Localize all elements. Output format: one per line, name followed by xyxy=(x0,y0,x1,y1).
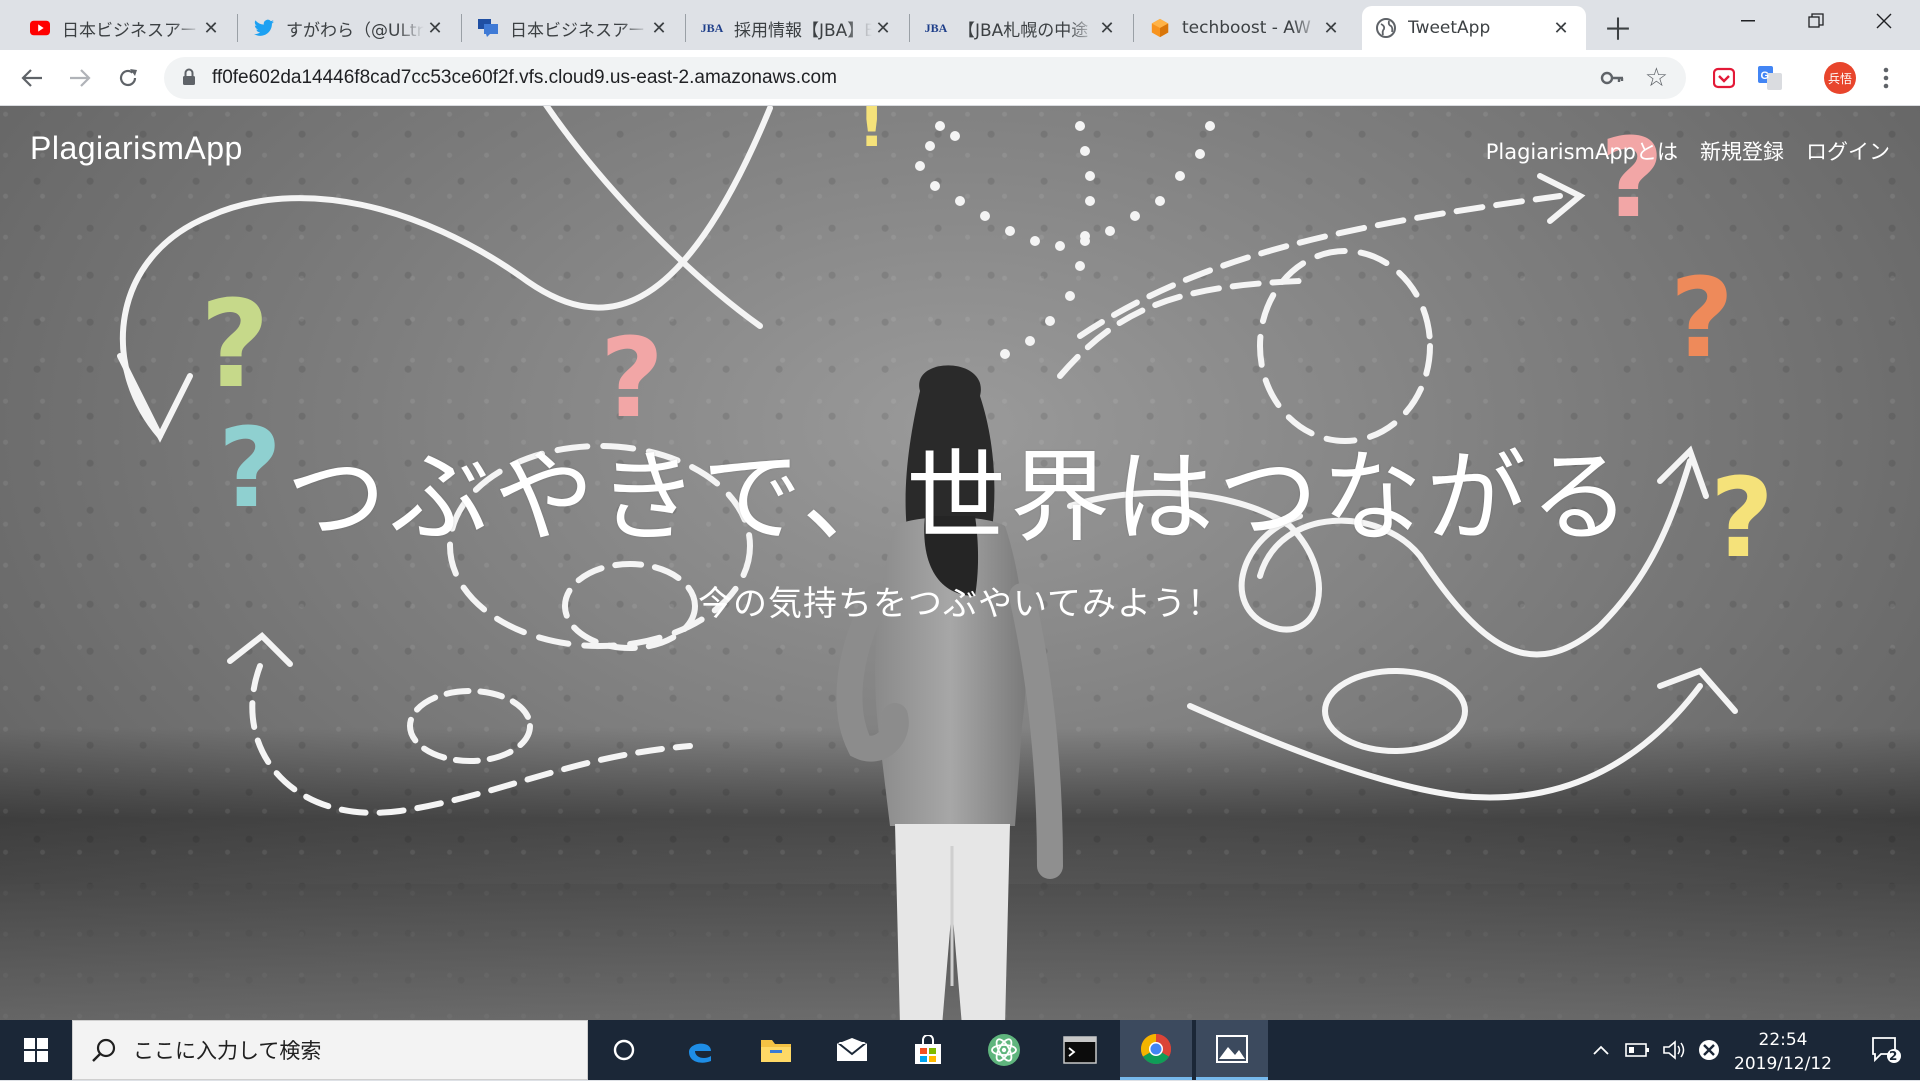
reload-button[interactable] xyxy=(110,60,146,96)
search-icon xyxy=(92,1038,116,1062)
tab-separator xyxy=(909,14,910,42)
close-window-button[interactable] xyxy=(1850,0,1918,42)
twitter-icon xyxy=(254,18,274,38)
forward-button[interactable] xyxy=(62,60,98,96)
svg-text:!: ! xyxy=(858,106,885,161)
browser-toolbar: ff0fe602da14446f8cad7cc53ce60f2f.vfs.clo… xyxy=(0,50,1920,106)
tab-title: すがわら（@ULtr xyxy=(286,20,424,41)
taskbar-mail[interactable] xyxy=(816,1020,888,1080)
taskbar-search-placeholder: ここに入力して検索 xyxy=(133,1039,322,1063)
tab-0[interactable]: 日本ビジネスアート ✕ xyxy=(16,6,236,50)
hero-title: つぶやきで、世界はつながる xyxy=(286,439,1634,556)
top-nav: PlagiarismAppとは 新規登録 ログイン xyxy=(1486,136,1890,166)
address-bar[interactable]: ff0fe602da14446f8cad7cc53ce60f2f.vfs.clo… xyxy=(164,57,1686,99)
youtube-icon xyxy=(30,18,50,38)
tab-2[interactable]: 日本ビジネスアート ✕ xyxy=(464,6,684,50)
tab-title: techboost - AW xyxy=(1182,18,1311,38)
tab-separator xyxy=(461,14,462,42)
back-button[interactable] xyxy=(14,60,50,96)
jba-chat-icon xyxy=(478,18,498,38)
hero-subtitle: 今の気持ちをつぶやいてみよう！ xyxy=(698,584,1222,624)
close-icon[interactable]: ✕ xyxy=(424,17,446,39)
jba-logo-icon: JBA xyxy=(924,20,948,35)
key-icon[interactable] xyxy=(1600,67,1624,89)
taskbar-atom[interactable] xyxy=(968,1020,1040,1080)
task-view-button[interactable] xyxy=(588,1020,660,1080)
windows-taskbar: ここに入力して検索 22:54 2019/12/12 2 xyxy=(0,1020,1920,1080)
tab-separator xyxy=(237,14,238,42)
folder-icon xyxy=(761,1040,791,1062)
tray-chevron-up-icon[interactable] xyxy=(1586,1020,1616,1080)
close-icon[interactable]: ✕ xyxy=(1096,17,1118,39)
bookmark-star-icon[interactable]: ☆ xyxy=(1645,63,1668,93)
page-viewport: ? ? ? ? ? ? ! PlagiarismApp PlagiarismAp… xyxy=(0,106,1920,1020)
close-icon[interactable]: ✕ xyxy=(1320,17,1342,39)
tab-3[interactable]: JBA 採用情報【JBA】E ✕ xyxy=(688,6,908,50)
url-text[interactable]: ff0fe602da14446f8cad7cc53ce60f2f.vfs.clo… xyxy=(212,57,837,99)
taskbar-photos[interactable] xyxy=(1196,1020,1268,1080)
google-translate-icon[interactable]: G xyxy=(1756,64,1784,92)
system-clock[interactable]: 22:54 2019/12/12 xyxy=(1718,1028,1848,1076)
jba-logo-icon: JBA xyxy=(700,20,724,35)
cortana-circle-icon xyxy=(613,1039,635,1061)
store-icon xyxy=(915,1035,941,1064)
brand-logo[interactable]: PlagiarismApp xyxy=(30,130,243,167)
close-icon[interactable]: ✕ xyxy=(200,17,222,39)
tab-1[interactable]: すがわら（@ULtr ✕ xyxy=(240,6,460,50)
restore-button[interactable] xyxy=(1782,0,1850,42)
taskbar-terminal[interactable] xyxy=(1044,1020,1116,1080)
close-icon[interactable]: ✕ xyxy=(648,17,670,39)
start-button[interactable] xyxy=(0,1020,72,1080)
clock-date: 2019/12/12 xyxy=(1734,1054,1832,1074)
taskbar-edge[interactable] xyxy=(664,1020,736,1080)
new-tab-button[interactable]: ＋ xyxy=(1601,10,1635,48)
nav-login-link[interactable]: ログイン xyxy=(1806,136,1890,166)
action-center-button[interactable]: 2 xyxy=(1852,1020,1920,1080)
tab-6-active[interactable]: TweetApp ✕ xyxy=(1362,6,1586,50)
notification-count-badge: 2 xyxy=(1889,1049,1898,1063)
taskbar-file-explorer[interactable] xyxy=(740,1020,812,1080)
clock-time: 22:54 xyxy=(1758,1030,1808,1050)
tab-title: 日本ビジネスアート xyxy=(510,20,648,41)
tab-5[interactable]: techboost - AW ✕ xyxy=(1136,6,1356,50)
taskbar-search[interactable]: ここに入力して検索 xyxy=(72,1020,588,1080)
globe-icon xyxy=(1376,18,1396,38)
chrome-icon xyxy=(1140,1033,1172,1064)
nav-signup-link[interactable]: 新規登録 xyxy=(1700,136,1784,166)
tab-title: 採用情報【JBA】E xyxy=(734,20,872,41)
photos-icon xyxy=(1216,1034,1248,1063)
close-icon[interactable]: ✕ xyxy=(872,17,894,39)
tab-separator xyxy=(685,14,686,42)
tab-title: 日本ビジネスアート xyxy=(62,20,200,41)
taskbar-chrome[interactable] xyxy=(1120,1020,1192,1080)
tab-title: 【JBA札幌の中途 xyxy=(958,20,1089,41)
edge-icon xyxy=(689,1043,711,1063)
battery-icon[interactable] xyxy=(1620,1020,1656,1080)
profile-avatar[interactable]: 兵悟 xyxy=(1824,62,1856,94)
minimize-button[interactable] xyxy=(1714,0,1782,42)
lock-icon[interactable] xyxy=(182,68,196,86)
svg-text:G: G xyxy=(1761,70,1770,82)
taskbar-store[interactable] xyxy=(892,1020,964,1080)
tab-separator xyxy=(1133,14,1134,42)
svg-text:?: ? xyxy=(1600,114,1664,242)
svg-text:?: ? xyxy=(1670,254,1734,382)
atom-editor-icon xyxy=(988,1034,1020,1066)
terminal-icon xyxy=(1063,1036,1097,1064)
aws-cube-icon xyxy=(1150,18,1170,38)
mail-icon xyxy=(836,1038,868,1061)
close-icon[interactable]: ✕ xyxy=(1550,17,1572,39)
nav-about-link[interactable]: PlagiarismAppとは xyxy=(1486,136,1678,166)
tab-strip: 日本ビジネスアート ✕ すがわら（@ULtr ✕ 日本ビジネスアート ✕ JBA… xyxy=(0,0,1920,50)
more-menu-icon[interactable] xyxy=(1872,64,1900,92)
windows-logo-icon xyxy=(24,1038,48,1062)
pocket-extension-icon[interactable] xyxy=(1710,64,1738,92)
tab-title: TweetApp xyxy=(1408,18,1491,38)
tab-4[interactable]: JBA 【JBA札幌の中途 ✕ xyxy=(912,6,1132,50)
volume-icon[interactable] xyxy=(1656,1020,1692,1080)
svg-text:?: ? xyxy=(200,276,270,415)
